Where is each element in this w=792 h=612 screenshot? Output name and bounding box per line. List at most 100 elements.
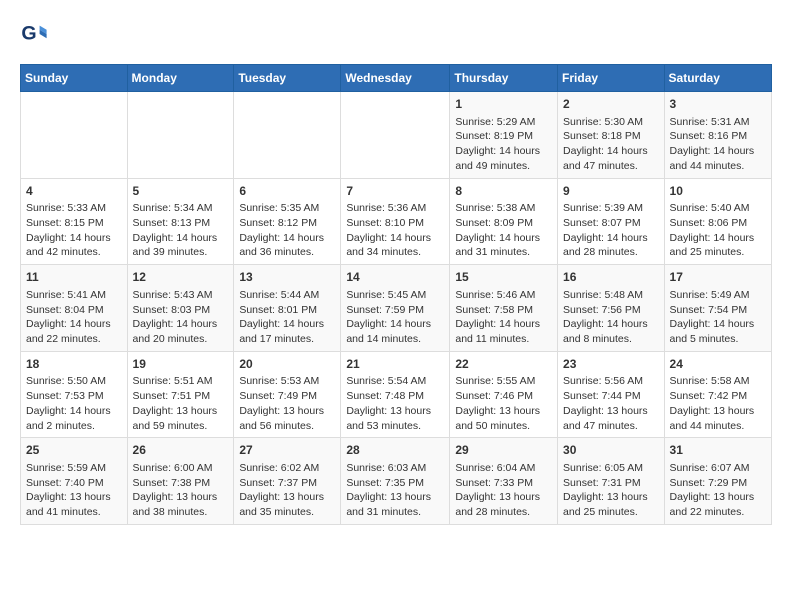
- day-info: Sunrise: 5:48 AM Sunset: 7:56 PM Dayligh…: [563, 288, 659, 347]
- day-info: Sunrise: 5:35 AM Sunset: 8:12 PM Dayligh…: [239, 201, 335, 260]
- calendar-cell: 29Sunrise: 6:04 AM Sunset: 7:33 PM Dayli…: [450, 438, 558, 525]
- day-info: Sunrise: 5:29 AM Sunset: 8:19 PM Dayligh…: [455, 115, 552, 174]
- logo: G: [20, 20, 52, 48]
- day-info: Sunrise: 5:56 AM Sunset: 7:44 PM Dayligh…: [563, 374, 659, 433]
- day-number: 7: [346, 183, 444, 200]
- weekday-header-thursday: Thursday: [450, 65, 558, 92]
- day-number: 17: [670, 269, 766, 286]
- day-number: 18: [26, 356, 122, 373]
- day-info: Sunrise: 5:54 AM Sunset: 7:48 PM Dayligh…: [346, 374, 444, 433]
- day-info: Sunrise: 5:46 AM Sunset: 7:58 PM Dayligh…: [455, 288, 552, 347]
- day-number: 16: [563, 269, 659, 286]
- calendar-week-row: 11 Sunrise: 5:41 AM Sunset: 8:04 PM Dayli…: [21, 265, 772, 352]
- day-info: Sunrise: 5:43 AM Sunset: 8:03 PM Dayligh…: [133, 288, 229, 347]
- calendar-cell: 10Sunrise: 5:40 AM Sunset: 8:06 PM Dayli…: [664, 178, 771, 265]
- calendar-week-row: 4Sunrise: 5:33 AM Sunset: 8:15 PM Daylig…: [21, 178, 772, 265]
- logo-icon: G: [20, 20, 48, 48]
- day-number: 30: [563, 442, 659, 459]
- day-number: 5: [133, 183, 229, 200]
- calendar-cell: 30 Sunrise: 6:05 AM Sunset: 7:31 PM Dayli…: [558, 438, 665, 525]
- calendar-cell: 7Sunrise: 5:36 AM Sunset: 8:10 PM Daylig…: [341, 178, 450, 265]
- day-number: 22: [455, 356, 552, 373]
- calendar-cell: 22Sunrise: 5:55 AM Sunset: 7:46 PM Dayli…: [450, 351, 558, 438]
- calendar-cell: 24Sunrise: 5:58 AM Sunset: 7:42 PM Dayli…: [664, 351, 771, 438]
- calendar-cell: 8Sunrise: 5:38 AM Sunset: 8:09 PM Daylig…: [450, 178, 558, 265]
- calendar-cell: 31 Sunrise: 6:07 AM Sunset: 7:29 PM Dayli…: [664, 438, 771, 525]
- weekday-header-friday: Friday: [558, 65, 665, 92]
- calendar-cell: 26 Sunrise: 6:00 AM Sunset: 7:38 PM Dayli…: [127, 438, 234, 525]
- day-info: Sunrise: 5:51 AM Sunset: 7:51 PM Dayligh…: [133, 374, 229, 433]
- day-info: Sunrise: 5:55 AM Sunset: 7:46 PM Dayligh…: [455, 374, 552, 433]
- day-info: Sunrise: 5:50 AM Sunset: 7:53 PM Dayligh…: [26, 374, 122, 433]
- day-info: Sunrise: 5:31 AM Sunset: 8:16 PM Dayligh…: [670, 115, 766, 174]
- calendar-week-row: 1 Sunrise: 5:29 AM Sunset: 8:19 PM Daylig…: [21, 92, 772, 179]
- calendar-cell: 9Sunrise: 5:39 AM Sunset: 8:07 PM Daylig…: [558, 178, 665, 265]
- day-number: 11: [26, 269, 122, 286]
- weekday-header-sunday: Sunday: [21, 65, 128, 92]
- day-number: 21: [346, 356, 444, 373]
- day-number: 23: [563, 356, 659, 373]
- day-info: Sunrise: 5:58 AM Sunset: 7:42 PM Dayligh…: [670, 374, 766, 433]
- calendar-cell: 6Sunrise: 5:35 AM Sunset: 8:12 PM Daylig…: [234, 178, 341, 265]
- day-number: 4: [26, 183, 122, 200]
- day-info: Sunrise: 6:05 AM Sunset: 7:31 PM Dayligh…: [563, 461, 659, 520]
- day-info: Sunrise: 5:33 AM Sunset: 8:15 PM Dayligh…: [26, 201, 122, 260]
- weekday-header-wednesday: Wednesday: [341, 65, 450, 92]
- calendar-cell: 13 Sunrise: 5:44 AM Sunset: 8:01 PM Dayli…: [234, 265, 341, 352]
- day-info: Sunrise: 6:03 AM Sunset: 7:35 PM Dayligh…: [346, 461, 444, 520]
- day-info: Sunrise: 5:30 AM Sunset: 8:18 PM Dayligh…: [563, 115, 659, 174]
- calendar-cell: 27Sunrise: 6:02 AM Sunset: 7:37 PM Dayli…: [234, 438, 341, 525]
- calendar-cell: 2 Sunrise: 5:30 AM Sunset: 8:18 PM Daylig…: [558, 92, 665, 179]
- weekday-header-monday: Monday: [127, 65, 234, 92]
- day-info: Sunrise: 6:00 AM Sunset: 7:38 PM Dayligh…: [133, 461, 229, 520]
- calendar-table: SundayMondayTuesdayWednesdayThursdayFrid…: [20, 64, 772, 525]
- calendar-cell: 11 Sunrise: 5:41 AM Sunset: 8:04 PM Dayli…: [21, 265, 128, 352]
- calendar-cell: 25Sunrise: 5:59 AM Sunset: 7:40 PM Dayli…: [21, 438, 128, 525]
- day-number: 12: [133, 269, 229, 286]
- day-number: 26: [133, 442, 229, 459]
- day-number: 24: [670, 356, 766, 373]
- calendar-cell: [234, 92, 341, 179]
- calendar-cell: 19Sunrise: 5:51 AM Sunset: 7:51 PM Dayli…: [127, 351, 234, 438]
- calendar-cell: [341, 92, 450, 179]
- day-info: Sunrise: 6:07 AM Sunset: 7:29 PM Dayligh…: [670, 461, 766, 520]
- day-info: Sunrise: 5:40 AM Sunset: 8:06 PM Dayligh…: [670, 201, 766, 260]
- day-number: 19: [133, 356, 229, 373]
- day-info: Sunrise: 6:04 AM Sunset: 7:33 PM Dayligh…: [455, 461, 552, 520]
- calendar-cell: [21, 92, 128, 179]
- calendar-cell: 18Sunrise: 5:50 AM Sunset: 7:53 PM Dayli…: [21, 351, 128, 438]
- calendar-cell: 20Sunrise: 5:53 AM Sunset: 7:49 PM Dayli…: [234, 351, 341, 438]
- day-number: 8: [455, 183, 552, 200]
- calendar-cell: 14 Sunrise: 5:45 AM Sunset: 7:59 PM Dayli…: [341, 265, 450, 352]
- day-number: 2: [563, 96, 659, 113]
- calendar-week-row: 25Sunrise: 5:59 AM Sunset: 7:40 PM Dayli…: [21, 438, 772, 525]
- day-number: 1: [455, 96, 552, 113]
- day-info: Sunrise: 5:39 AM Sunset: 8:07 PM Dayligh…: [563, 201, 659, 260]
- svg-text:G: G: [21, 23, 36, 45]
- day-number: 28: [346, 442, 444, 459]
- day-number: 25: [26, 442, 122, 459]
- page-header: G: [20, 20, 772, 48]
- calendar-cell: 17Sunrise: 5:49 AM Sunset: 7:54 PM Dayli…: [664, 265, 771, 352]
- calendar-cell: 15Sunrise: 5:46 AM Sunset: 7:58 PM Dayli…: [450, 265, 558, 352]
- day-number: 13: [239, 269, 335, 286]
- day-info: Sunrise: 5:41 AM Sunset: 8:04 PM Dayligh…: [26, 288, 122, 347]
- day-number: 20: [239, 356, 335, 373]
- calendar-week-row: 18Sunrise: 5:50 AM Sunset: 7:53 PM Dayli…: [21, 351, 772, 438]
- day-number: 10: [670, 183, 766, 200]
- day-info: Sunrise: 5:44 AM Sunset: 8:01 PM Dayligh…: [239, 288, 335, 347]
- day-number: 31: [670, 442, 766, 459]
- day-info: Sunrise: 5:34 AM Sunset: 8:13 PM Dayligh…: [133, 201, 229, 260]
- day-info: Sunrise: 5:36 AM Sunset: 8:10 PM Dayligh…: [346, 201, 444, 260]
- calendar-cell: 1 Sunrise: 5:29 AM Sunset: 8:19 PM Daylig…: [450, 92, 558, 179]
- day-info: Sunrise: 5:45 AM Sunset: 7:59 PM Dayligh…: [346, 288, 444, 347]
- calendar-cell: 12 Sunrise: 5:43 AM Sunset: 8:03 PM Dayli…: [127, 265, 234, 352]
- day-number: 14: [346, 269, 444, 286]
- day-info: Sunrise: 6:02 AM Sunset: 7:37 PM Dayligh…: [239, 461, 335, 520]
- calendar-cell: 3 Sunrise: 5:31 AM Sunset: 8:16 PM Daylig…: [664, 92, 771, 179]
- day-info: Sunrise: 5:53 AM Sunset: 7:49 PM Dayligh…: [239, 374, 335, 433]
- calendar-cell: 28 Sunrise: 6:03 AM Sunset: 7:35 PM Dayli…: [341, 438, 450, 525]
- day-number: 3: [670, 96, 766, 113]
- day-info: Sunrise: 5:38 AM Sunset: 8:09 PM Dayligh…: [455, 201, 552, 260]
- calendar-cell: 5Sunrise: 5:34 AM Sunset: 8:13 PM Daylig…: [127, 178, 234, 265]
